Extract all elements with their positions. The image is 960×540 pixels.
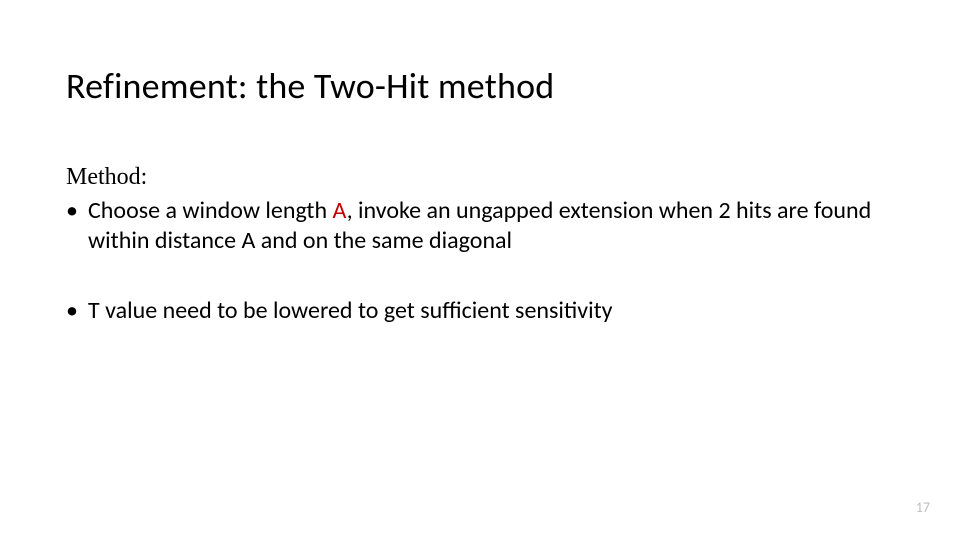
slide: Refinement: the Two-Hit method Method: •… — [0, 0, 960, 540]
bullet-dot-icon: • — [66, 196, 78, 226]
bullet-2-text: T value need to be lowered to get suffic… — [88, 296, 894, 326]
bullet-item-1: • Choose a window length A, invoke an un… — [66, 196, 894, 256]
slide-body: Method: • Choose a window length A, invo… — [66, 162, 894, 326]
method-label: Method: — [66, 162, 894, 192]
bullet-dot-icon: • — [66, 296, 78, 326]
slide-title: Refinement: the Two-Hit method — [66, 64, 894, 108]
bullet-item-2: • T value need to be lowered to get suff… — [66, 296, 894, 326]
bullet-1-highlight: A — [333, 196, 347, 225]
bullet-1-prefix: Choose a window length — [88, 196, 333, 225]
bullet-1-text: Choose a window length A, invoke an unga… — [88, 196, 894, 256]
spacer — [66, 262, 894, 296]
page-number: 17 — [916, 499, 930, 516]
